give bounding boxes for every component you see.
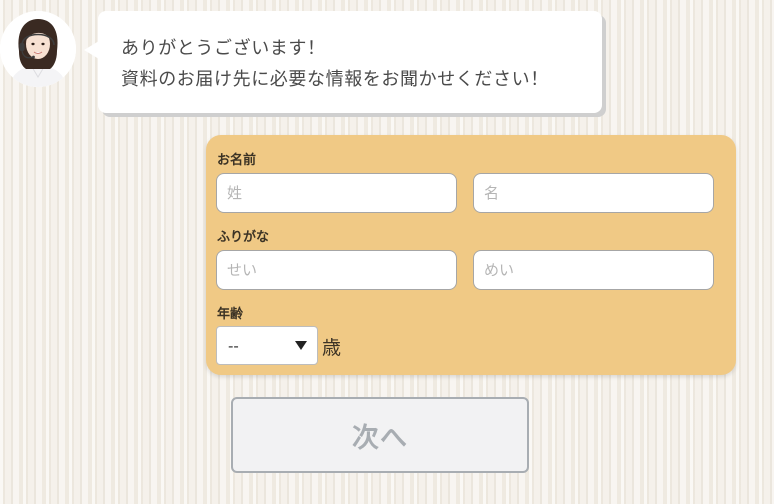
age-select-value: -- [228,337,239,355]
next-button[interactable]: 次へ [231,397,529,473]
chat-message-line-1: ありがとうございます！ [121,38,326,59]
furigana-label: ふりがな [217,230,270,245]
age-label: 年齢 [217,307,244,322]
age-select[interactable]: -- [216,326,318,365]
chat-message-line-2: 資料のお届け先に必要な情報をお聞かせください！ [121,69,549,90]
contact-form-card: お名前 ふりがな 年齢 -- 歳 [206,135,736,375]
operator-avatar-icon [0,11,76,87]
caret-down-icon [295,341,307,350]
first-name-kana-input[interactable] [473,250,714,290]
first-name-input[interactable] [473,173,714,213]
chat-bubble: ありがとうございます！ 資料のお届け先に必要な情報をお聞かせください！ [84,11,602,113]
last-name-input[interactable] [216,173,457,213]
age-unit-label: 歳 [322,337,342,359]
name-label: お名前 [217,153,257,168]
last-name-kana-input[interactable] [216,250,457,290]
